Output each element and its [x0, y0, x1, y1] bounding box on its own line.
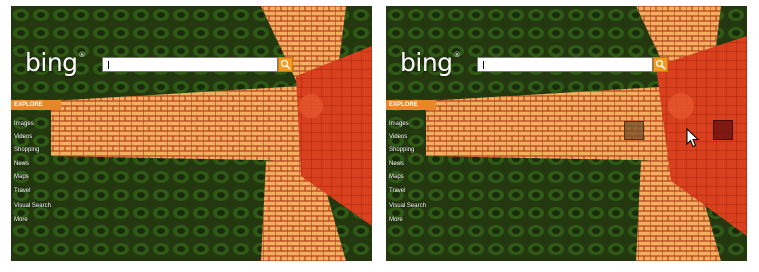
nav-item-images[interactable]: Images: [389, 120, 409, 128]
search-icon: [655, 59, 666, 70]
nav-item-news[interactable]: News: [389, 160, 404, 168]
nav-item-videos[interactable]: Videos: [14, 133, 32, 141]
search-input[interactable]: [477, 57, 653, 75]
bing-logo[interactable]: bing®: [400, 50, 460, 75]
search-button[interactable]: [278, 57, 293, 72]
explore-label: EXPLORE: [389, 102, 418, 108]
nav-item-visual-search[interactable]: Visual Search: [14, 202, 51, 210]
nav-item-more[interactable]: More: [14, 216, 28, 224]
nav-item-news[interactable]: News: [14, 160, 29, 168]
nav-item-visual-search[interactable]: Visual Search: [389, 202, 426, 210]
nav-item-travel[interactable]: Travel: [389, 187, 405, 195]
nav-item-shopping[interactable]: Shopping: [389, 146, 414, 154]
search-text-field[interactable]: [103, 61, 277, 75]
nav-item-travel[interactable]: Travel: [14, 187, 30, 195]
nav-item-more[interactable]: More: [389, 216, 403, 224]
explore-header[interactable]: EXPLORE: [11, 100, 61, 110]
image-hotspot-square[interactable]: [624, 121, 644, 140]
search-text-field[interactable]: [478, 61, 652, 75]
explore-label: EXPLORE: [14, 102, 43, 108]
nav-item-maps[interactable]: Maps: [14, 173, 29, 181]
bing-homepage-panel-after: bing® EXPLORE Images Videos Shopping New…: [386, 6, 747, 261]
text-caret: [108, 61, 109, 69]
starfish-background-image: [11, 6, 372, 261]
image-hotspot-square[interactable]: [713, 120, 733, 140]
search-input[interactable]: [102, 57, 278, 75]
search-button[interactable]: [653, 57, 668, 72]
explore-header[interactable]: EXPLORE: [386, 100, 436, 110]
text-caret: [483, 61, 484, 69]
bing-homepage-panel-before: bing® EXPLORE Images Videos Shopping New…: [11, 6, 372, 261]
nav-item-videos[interactable]: Videos: [389, 133, 407, 141]
nav-item-shopping[interactable]: Shopping: [14, 146, 39, 154]
nav-item-images[interactable]: Images: [14, 120, 34, 128]
mouse-cursor-icon: [686, 128, 700, 148]
nav-item-maps[interactable]: Maps: [389, 173, 404, 181]
search-icon: [280, 59, 291, 70]
bing-logo[interactable]: bing®: [25, 50, 85, 75]
